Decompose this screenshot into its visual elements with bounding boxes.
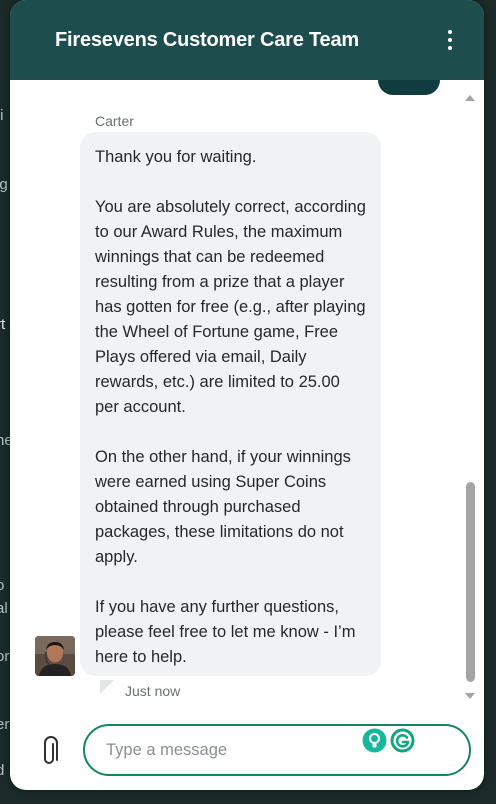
background-text-fragment: er bbox=[0, 716, 10, 733]
background-text-fragment: rt bbox=[0, 316, 6, 333]
message-paragraph: If you have any further questions, pleas… bbox=[95, 598, 356, 666]
grammarly-icon[interactable] bbox=[390, 728, 415, 753]
message-sender-name: Carter bbox=[95, 113, 134, 129]
kebab-menu-icon[interactable] bbox=[440, 28, 460, 52]
background-text-fragment: ig bbox=[0, 176, 8, 193]
background-text-fragment: or bbox=[0, 648, 10, 665]
background-text-fragment: ti bbox=[0, 107, 4, 124]
message-timestamp: Just now bbox=[125, 683, 181, 699]
agent-avatar bbox=[35, 636, 75, 676]
background-text-fragment: o bbox=[0, 577, 5, 594]
scroll-up-arrow-icon[interactable] bbox=[464, 90, 476, 101]
background-text-fragment: d bbox=[0, 762, 5, 779]
message-tail bbox=[100, 680, 114, 694]
scroll-down-arrow-icon[interactable] bbox=[464, 688, 476, 699]
lightbulb-icon[interactable] bbox=[362, 728, 387, 753]
chat-title: Firesevens Customer Care Team bbox=[55, 29, 359, 51]
message-paragraph: You are absolutely correct, according to… bbox=[95, 198, 366, 416]
message-paragraph: On the other hand, if your winnings were… bbox=[95, 448, 351, 566]
message-paragraph: Thank you for waiting. bbox=[95, 148, 257, 166]
previous-message-bubble bbox=[378, 80, 440, 95]
chat-widget: Firesevens Customer Care Team Carter Tha… bbox=[10, 0, 484, 790]
scrollbar-thumb[interactable] bbox=[466, 482, 475, 682]
chat-header: Firesevens Customer Care Team bbox=[10, 0, 484, 80]
agent-message-bubble: Thank you for waiting. You are absolutel… bbox=[80, 132, 381, 676]
background-text-fragment: al bbox=[0, 600, 8, 617]
paperclip-icon[interactable] bbox=[38, 736, 60, 768]
